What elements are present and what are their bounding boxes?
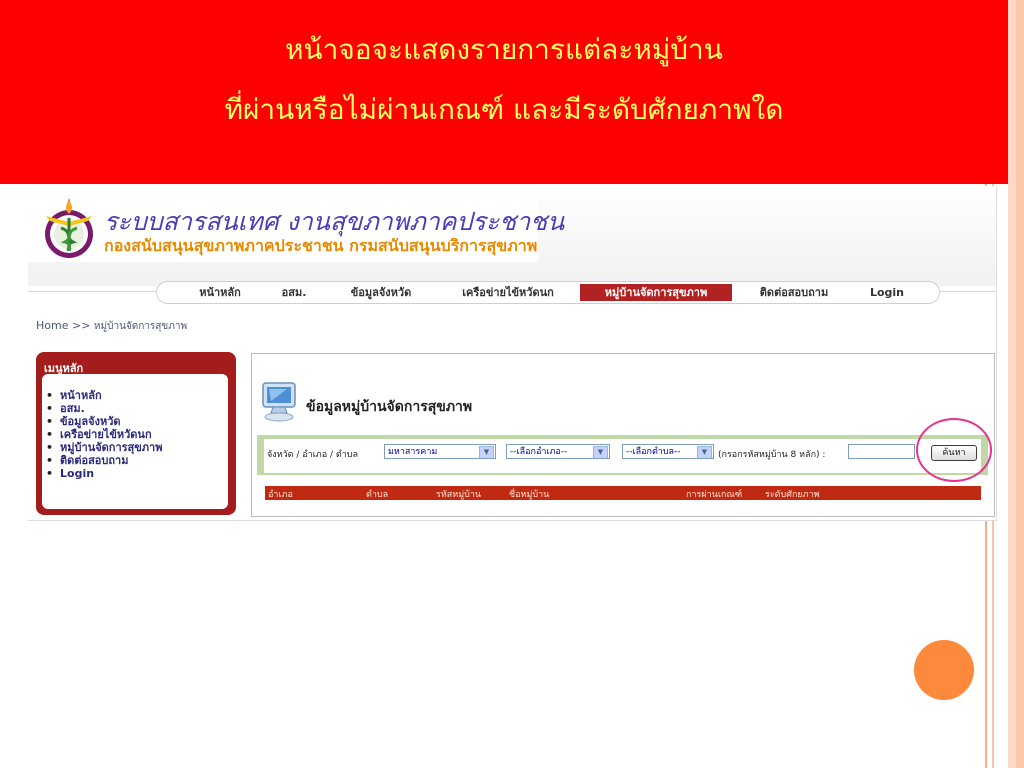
search-button-highlight-ring — [916, 418, 992, 482]
menu-item-bird-flu-network[interactable]: เครือข่ายไข้หวัดนก — [46, 428, 152, 441]
slide-title-banner: หน้าจอจะแสดงรายการแต่ละหมู่บ้าน ที่ผ่านห… — [0, 0, 1008, 184]
district-select[interactable]: --เลือกอำเภอ-- ▼ — [506, 444, 610, 459]
col-header-criteria-pass: การผ่านเกณฑ์ — [686, 490, 743, 500]
menu-item-health-village[interactable]: หมู่บ้านจัดการสุขภาพ — [46, 441, 162, 454]
village-code-input[interactable] — [848, 444, 915, 459]
subdistrict-select-value: --เลือกตำบล-- — [626, 447, 681, 457]
col-header-subdistrict: ตำบล — [366, 490, 389, 500]
village-code-label: (กรอกรหัสหมู่บ้าน 8 หลัก) : — [718, 450, 826, 460]
content-title: ข้อมูลหมู่บ้านจัดการสุขภาพ — [306, 399, 473, 415]
province-select[interactable]: มหาสารคาม ▼ — [384, 444, 496, 459]
col-header-potential-level: ระดับศักยภาพ — [765, 490, 820, 500]
breadcrumb-separator: >> — [71, 319, 91, 332]
col-header-district: อำเภอ — [268, 490, 293, 500]
menu-item-contact[interactable]: ติดต่อสอบถาม — [46, 454, 128, 467]
nav-item-home[interactable]: หน้าหลัก — [188, 284, 252, 301]
menu-item-osm[interactable]: อสม. — [46, 402, 85, 415]
decor-stripe — [1016, 0, 1024, 768]
col-header-village-name: ชื่อหมู่บ้าน — [509, 490, 550, 500]
menu-item-home[interactable]: หน้าหลัก — [46, 389, 102, 402]
filter-label: จังหวัด / อำเภอ / ตำบล — [267, 450, 359, 460]
province-select-value: มหาสารคาม — [388, 447, 438, 457]
caduceus-emblem-icon — [45, 198, 93, 258]
slide-title-line-2: ที่ผ่านหรือไม่ผ่านเกณฑ์ และมีระดับศักยภา… — [224, 93, 784, 126]
breadcrumb: Home >> หมู่บ้านจัดการสุขภาพ — [36, 319, 187, 334]
breadcrumb-current: หมู่บ้านจัดการสุขภาพ — [93, 321, 188, 332]
district-select-value: --เลือกอำเภอ-- — [510, 447, 568, 457]
site-subtitle: กองสนับสนุนสุขภาพภาคประชาชน กรมสนับสนุนบ… — [104, 236, 538, 255]
nav-item-bird-flu-network[interactable]: เครือข่ายไข้หวัดนก — [448, 284, 568, 301]
slide-title-line-1: หน้าจอจะแสดงรายการแต่ละหมู่บ้าน — [285, 33, 723, 66]
breadcrumb-home-link[interactable]: Home — [36, 319, 68, 332]
decor-circle — [914, 640, 974, 700]
nav-item-osm[interactable]: อสม. — [274, 284, 314, 301]
nav-item-health-village[interactable]: หมู่บ้านจัดการสุขภาพ — [580, 284, 732, 301]
menu-item-login[interactable]: Login — [46, 467, 94, 480]
chevron-down-icon[interactable]: ▼ — [593, 446, 608, 458]
decor-stripe — [1008, 0, 1016, 768]
subdistrict-select[interactable]: --เลือกตำบล-- ▼ — [622, 444, 714, 459]
computer-monitor-icon — [262, 382, 296, 422]
nav-item-login[interactable]: Login — [860, 284, 914, 301]
nav-item-province-info[interactable]: ข้อมูลจังหวัด — [338, 284, 424, 301]
col-header-village-code: รหัสหมู่บ้าน — [436, 490, 482, 500]
chevron-down-icon[interactable]: ▼ — [479, 446, 494, 458]
menu-item-province-info[interactable]: ข้อมูลจังหวัด — [46, 415, 121, 428]
nav-item-contact[interactable]: ติดต่อสอบถาม — [744, 284, 844, 301]
website-screenshot: ระบบสารสนเทศ งานสุขภาพภาคประชาชน กองสนับ… — [28, 186, 997, 521]
chevron-down-icon[interactable]: ▼ — [697, 446, 712, 458]
